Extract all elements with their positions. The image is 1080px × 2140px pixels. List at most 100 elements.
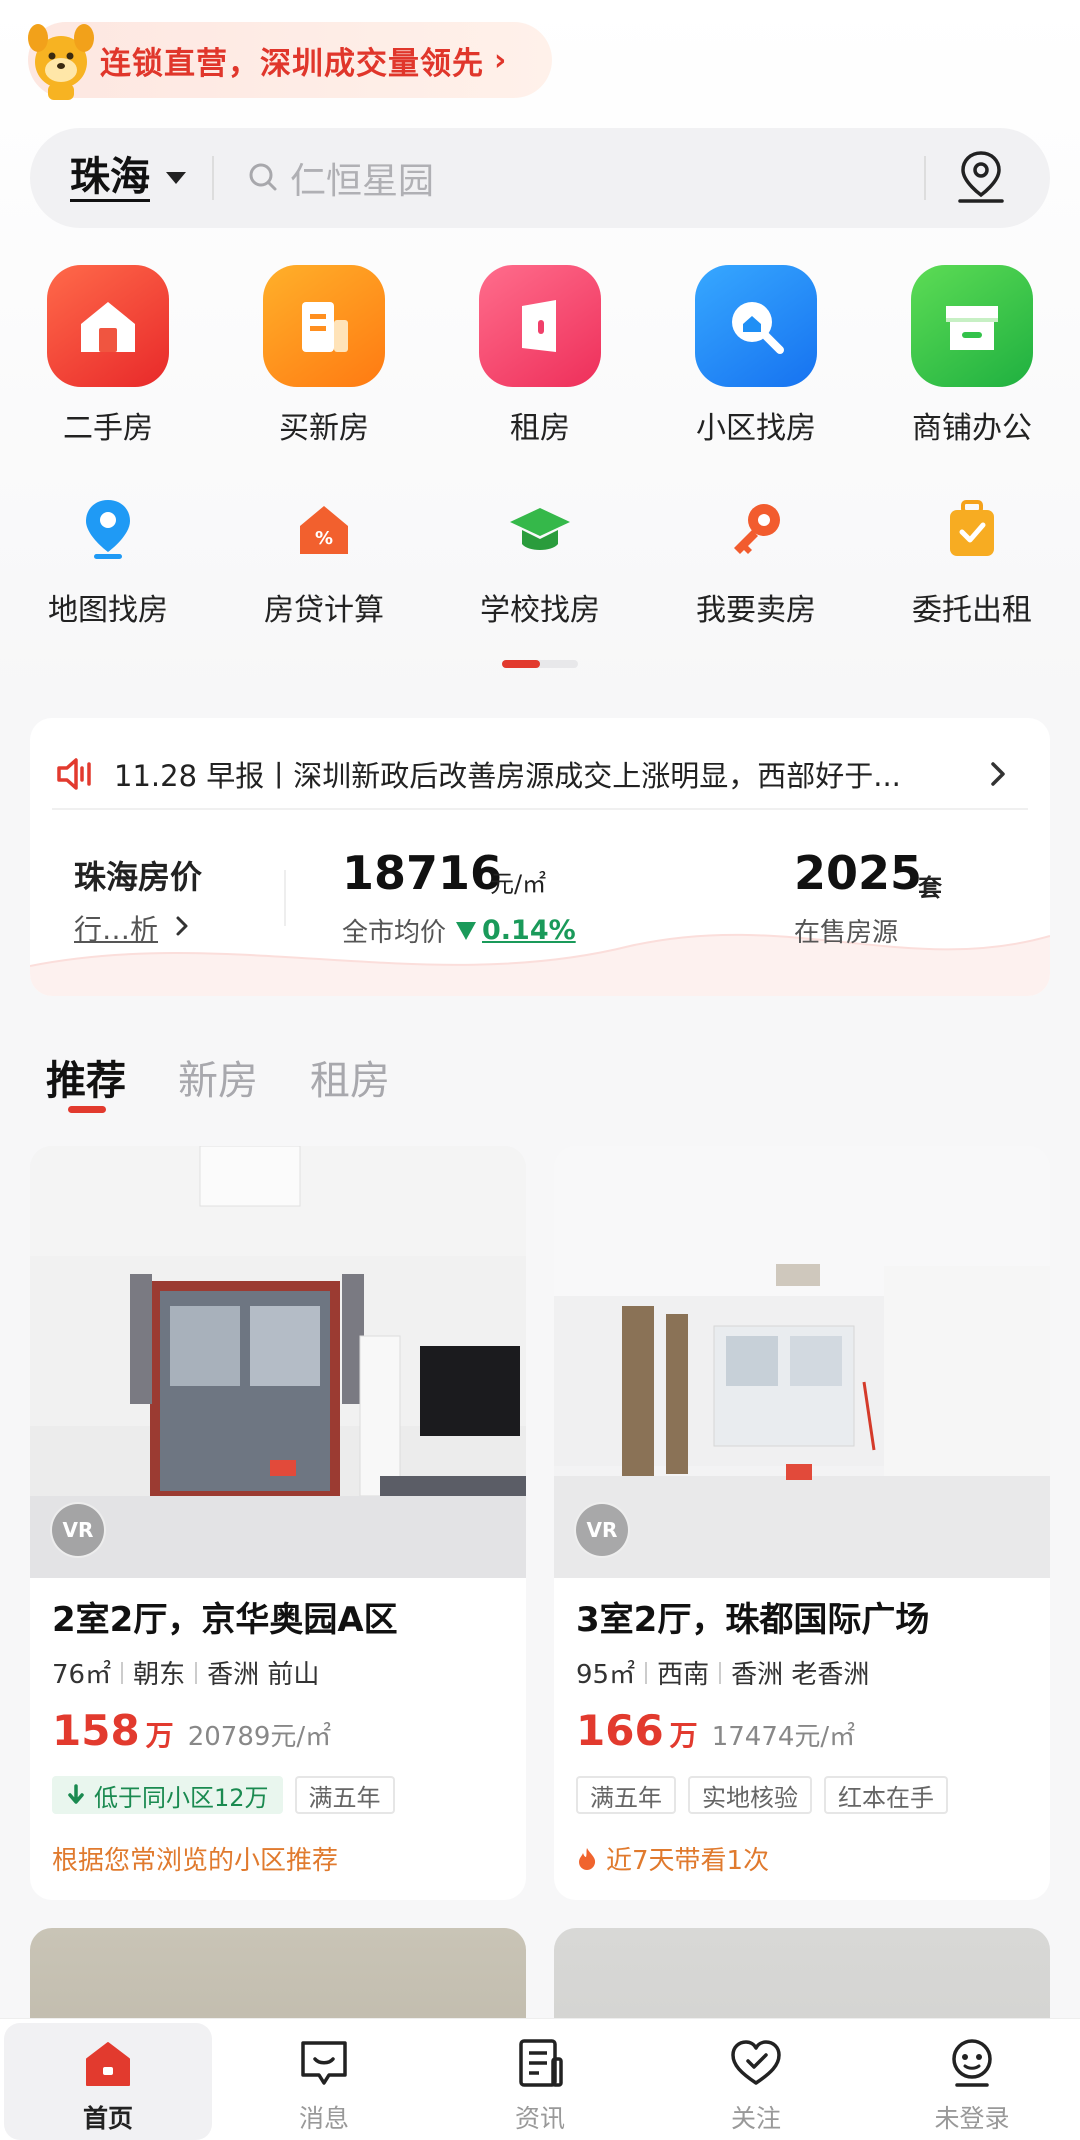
nav-home[interactable]: 首页	[4, 2023, 212, 2140]
entry-school[interactable]: 学校找房	[432, 495, 648, 629]
divider	[924, 156, 926, 200]
listing-count-unit: 套	[918, 874, 942, 902]
entry-label: 租房	[510, 411, 570, 446]
listing-area: 95㎡	[576, 1660, 636, 1690]
divider	[719, 1661, 722, 1684]
market-card: 11.28 早报丨深圳新政后改善房源成交上涨明显，西部好于... 珠海房价 行……	[30, 718, 1050, 996]
news-headline: 11.28 早报丨深圳新政后改善房源成交上涨明显，西部好于...	[114, 759, 901, 793]
promo-banner[interactable]: 连锁直营，深圳成交量领先 ›	[28, 22, 552, 100]
entry-shop-office[interactable]: 商铺办公	[864, 265, 1080, 447]
map-pin-icon	[73, 495, 143, 565]
flame-icon	[579, 1847, 596, 1870]
entry-rent[interactable]: 租房	[432, 265, 648, 447]
house-icon	[47, 265, 169, 387]
city-selector[interactable]: 珠海	[70, 155, 150, 202]
listing-card[interactable]: VR 3室2厅，珠都国际广场 95㎡ 西南 香洲 老香洲 166 万 17474…	[554, 1146, 1050, 1900]
tag-deed-in-hand: 红本在手	[824, 1776, 948, 1814]
nav-label: 关注	[730, 2104, 781, 2133]
tag-five-years: 满五年	[294, 1776, 395, 1814]
tag-label: 低于同小区12万	[94, 1783, 269, 1812]
hot-indicator: 近7天带看1次	[576, 1840, 769, 1877]
price-value: 166	[576, 1706, 664, 1755]
market-analysis-link[interactable]: 行…析	[74, 908, 158, 948]
vr-badge[interactable]: VR	[50, 1502, 106, 1558]
listing-district: 香洲 前山	[207, 1660, 320, 1690]
entry-label: 委托出租	[912, 593, 1032, 628]
avg-price-label: 全市均价	[342, 918, 447, 948]
tag-verified: 实地核验	[688, 1776, 812, 1814]
nav-news[interactable]: 资讯	[432, 2019, 648, 2140]
price-unit: 万	[669, 1719, 698, 1752]
caret-down-icon[interactable]	[166, 172, 186, 184]
entry-map-search[interactable]: 地图找房	[0, 495, 216, 629]
listing-count-value: 2025	[794, 846, 923, 900]
home-icon	[86, 2042, 130, 2086]
entry-new-house[interactable]: 买新房	[216, 265, 432, 447]
svg-text:%: %	[315, 528, 333, 549]
search-icon	[249, 163, 277, 191]
building-icon	[263, 265, 385, 387]
shop-icon	[911, 265, 1033, 387]
user-face-icon	[952, 2039, 992, 2087]
listing-count-label: 在售房源	[794, 918, 899, 948]
chevron-right-icon: ›	[494, 42, 507, 78]
entry-mortgage[interactable]: % 房贷计算	[216, 495, 432, 629]
avg-price-unit: 元/㎡	[490, 870, 547, 898]
entry-label: 房贷计算	[264, 593, 384, 628]
entry-second-hand[interactable]: 二手房	[0, 265, 216, 447]
app-screen: 连锁直营，深圳成交量领先 › 珠海 仁恒星园 二手房 买新房 租房 小区找房 商…	[0, 0, 1080, 2140]
door-icon	[479, 265, 601, 387]
unit-price: 17474元/㎡	[711, 1722, 856, 1752]
tab-rent[interactable]: 租房	[310, 1048, 390, 1106]
listing-district: 香洲 老香洲	[731, 1660, 870, 1690]
listing-orientation: 西南	[657, 1660, 710, 1690]
divider	[195, 1661, 198, 1684]
message-icon	[301, 2041, 347, 2085]
suitcase-icon	[937, 495, 1007, 565]
price-change-pct[interactable]: 0.14%	[482, 915, 576, 946]
tab-new-house[interactable]: 新房	[178, 1048, 258, 1106]
secondary-entry-grid: 地图找房 % 房贷计算 学校找房 我要卖房 委托出租	[0, 495, 1080, 629]
listing-orientation: 朝东	[133, 1660, 186, 1690]
graduation-cap-icon	[505, 495, 575, 565]
avg-price-value: 18716	[342, 846, 503, 900]
chevron-right-icon	[176, 916, 188, 936]
listing-info: 95㎡ 西南 香洲 老香洲	[576, 1654, 869, 1691]
listing-tags: 满五年 实地核验 红本在手	[576, 1776, 960, 1814]
promo-text: 连锁直营，深圳成交量领先	[100, 45, 484, 82]
listing-title: 2室2厅，京华奥园A区	[52, 1600, 398, 1640]
listing-title: 3室2厅，珠都国际广场	[576, 1600, 930, 1640]
entry-label: 买新房	[279, 411, 369, 446]
entry-sell[interactable]: 我要卖房	[648, 495, 864, 629]
unit-price: 20789元/㎡	[187, 1722, 332, 1752]
price-unit: 万	[145, 1719, 174, 1752]
entry-label: 小区找房	[696, 411, 816, 446]
tab-recommend[interactable]: 推荐	[46, 1048, 126, 1113]
news-ticker[interactable]: 11.28 早报丨深圳新政后改善房源成交上涨明显，西部好于...	[52, 740, 1028, 810]
nav-label: 未登录	[934, 2104, 1010, 2133]
nav-account[interactable]: 未登录	[864, 2019, 1080, 2140]
listing-price: 166 万 17474元/㎡	[576, 1706, 855, 1755]
main-entry-grid: 二手房 买新房 租房 小区找房 商铺办公	[0, 265, 1080, 447]
entry-entrust-rent[interactable]: 委托出租	[864, 495, 1080, 629]
key-icon	[721, 495, 791, 565]
hot-text: 近7天带看1次	[606, 1846, 770, 1876]
price-value: 158	[52, 1706, 140, 1755]
arrow-down-icon	[68, 1784, 84, 1804]
listing-card[interactable]: VR 2室2厅，京华奥园A区 76㎡ 朝东 香洲 前山 158 万 20789元…	[30, 1146, 526, 1900]
listing-photo: VR	[30, 1146, 526, 1578]
down-triangle-icon	[456, 921, 477, 940]
vr-badge[interactable]: VR	[574, 1502, 630, 1558]
entry-label: 我要卖房	[696, 593, 816, 628]
entry-label: 地图找房	[48, 593, 168, 628]
nav-messages[interactable]: 消息	[216, 2019, 432, 2140]
heart-check-icon	[731, 2040, 781, 2085]
tag-below-community: 低于同小区12万	[52, 1776, 283, 1814]
search-input[interactable]: 仁恒星园	[290, 152, 434, 204]
nav-label: 资讯	[514, 2104, 565, 2133]
nav-follow[interactable]: 关注	[648, 2019, 864, 2140]
entry-community[interactable]: 小区找房	[648, 265, 864, 447]
chevron-right-icon	[991, 762, 1005, 786]
map-location-icon[interactable]	[954, 149, 1008, 207]
mascot-icon	[28, 24, 94, 100]
